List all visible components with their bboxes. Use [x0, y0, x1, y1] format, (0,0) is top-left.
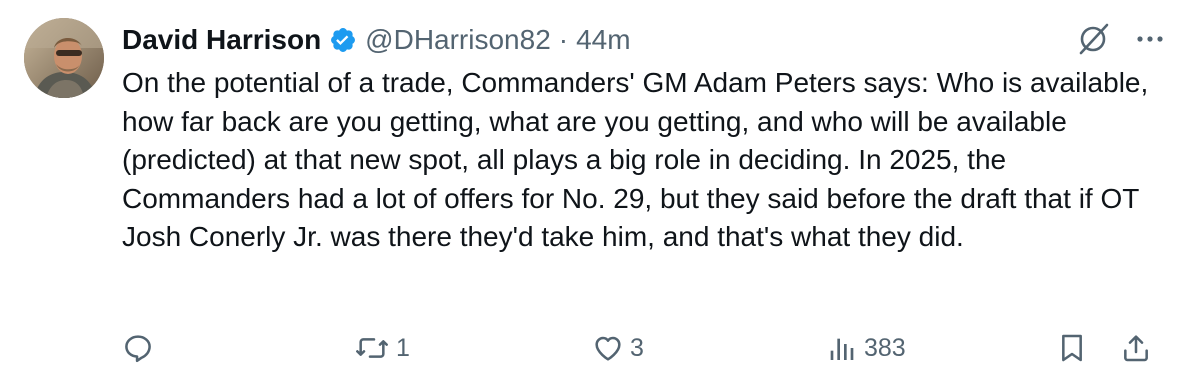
tweet-header: David Harrison @DHarrison82 · 44m [122, 18, 631, 62]
share-icon [1120, 332, 1152, 364]
reply-icon [122, 332, 154, 364]
timestamp[interactable]: 44m [576, 24, 630, 56]
heart-icon [592, 332, 624, 364]
repost-icon [354, 332, 390, 364]
author-name[interactable]: David Harrison [122, 24, 321, 56]
like-button[interactable]: 3 [592, 328, 644, 368]
tweet-text: On the potential of a trade, Commanders'… [122, 67, 1149, 252]
grok-icon[interactable] [1076, 22, 1110, 56]
views-button[interactable]: 383 [826, 328, 906, 368]
bookmark-icon [1056, 332, 1088, 364]
tweet-actions: 1 3 383 [122, 328, 1156, 368]
tweet-card[interactable]: David Harrison @DHarrison82 · 44m On the [0, 0, 1186, 368]
avatar[interactable] [24, 18, 104, 98]
view-count: 383 [864, 333, 906, 362]
reply-button[interactable] [122, 328, 160, 368]
more-icon[interactable] [1136, 34, 1164, 44]
repost-count: 1 [396, 333, 410, 362]
like-count: 3 [630, 333, 644, 362]
verified-badge-icon[interactable] [329, 26, 357, 54]
author-handle[interactable]: @DHarrison82 [365, 24, 551, 56]
share-button[interactable] [1120, 328, 1152, 368]
views-icon [826, 332, 858, 364]
header-actions [1076, 22, 1164, 56]
bookmark-button[interactable] [1056, 328, 1088, 368]
separator-dot: · [558, 24, 569, 55]
repost-button[interactable]: 1 [354, 328, 410, 368]
avatar-image [24, 18, 104, 98]
